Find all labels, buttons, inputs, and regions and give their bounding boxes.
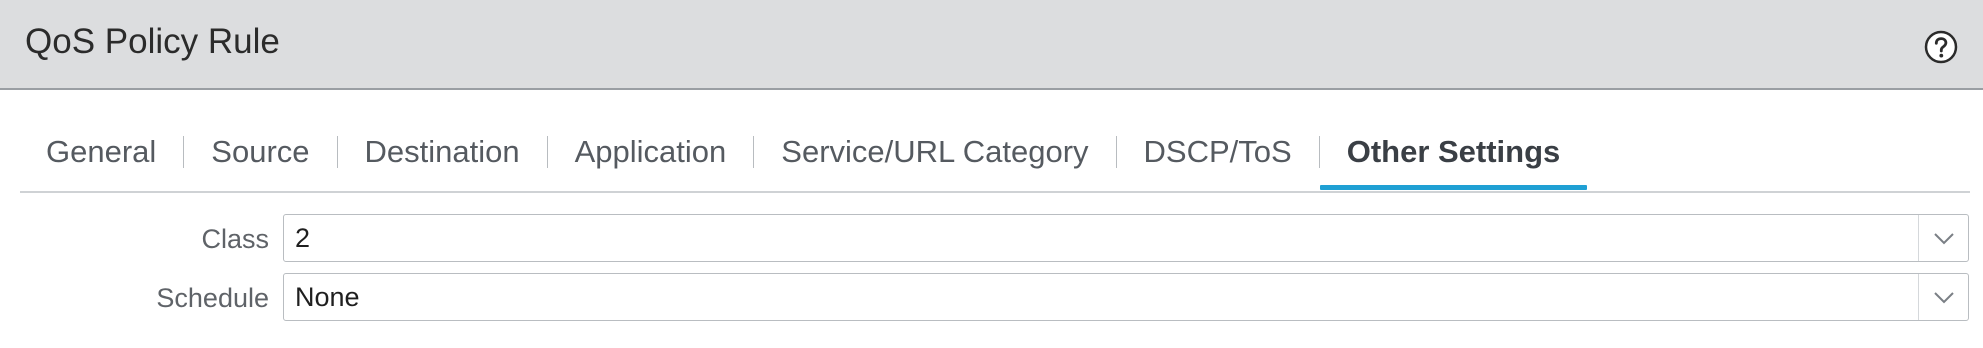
tab-bar-divider: [20, 191, 1970, 193]
tab-other-settings[interactable]: Other Settings: [1319, 130, 1588, 190]
chevron-down-icon: [1934, 292, 1954, 304]
qos-policy-rule-dialog: QoS Policy Rule General Source Destinati…: [0, 0, 1983, 348]
tab-source[interactable]: Source: [184, 130, 336, 174]
active-tab-indicator: [1319, 185, 1588, 190]
tab-label: Other Settings: [1346, 134, 1561, 169]
chevron-down-icon: [1934, 233, 1954, 245]
class-dropdown-button[interactable]: [1918, 215, 1968, 261]
tab-label: Destination: [364, 134, 520, 169]
tab-label: General: [46, 134, 157, 169]
schedule-value: None: [295, 282, 360, 312]
tab-label: Source: [211, 134, 310, 169]
tab-label: Service/URL Category: [781, 134, 1089, 169]
schedule-row: Schedule None: [0, 273, 1983, 323]
tab-general[interactable]: General: [20, 130, 183, 174]
tab-label: Application: [574, 134, 727, 169]
tab-service-url-category[interactable]: Service/URL Category: [754, 130, 1115, 174]
tab-application[interactable]: Application: [548, 130, 754, 174]
schedule-dropdown-button[interactable]: [1918, 274, 1968, 320]
dialog-title: QoS Policy Rule: [25, 22, 280, 61]
schedule-label: Schedule: [156, 283, 269, 313]
tab-bar: General Source Destination Application S…: [20, 130, 1970, 192]
tab-destination[interactable]: Destination: [338, 130, 547, 174]
class-value: 2: [295, 223, 311, 253]
class-row: Class 2: [0, 214, 1983, 264]
class-select[interactable]: 2: [283, 214, 1969, 262]
dialog-titlebar: QoS Policy Rule: [0, 0, 1983, 90]
tab-dscp-tos[interactable]: DSCP/ToS: [1117, 130, 1319, 174]
schedule-select[interactable]: None: [283, 273, 1969, 321]
help-icon[interactable]: [1924, 30, 1958, 64]
class-label: Class: [201, 224, 269, 254]
tab-label: DSCP/ToS: [1143, 134, 1292, 169]
tab-list: General Source Destination Application S…: [20, 130, 1970, 190]
